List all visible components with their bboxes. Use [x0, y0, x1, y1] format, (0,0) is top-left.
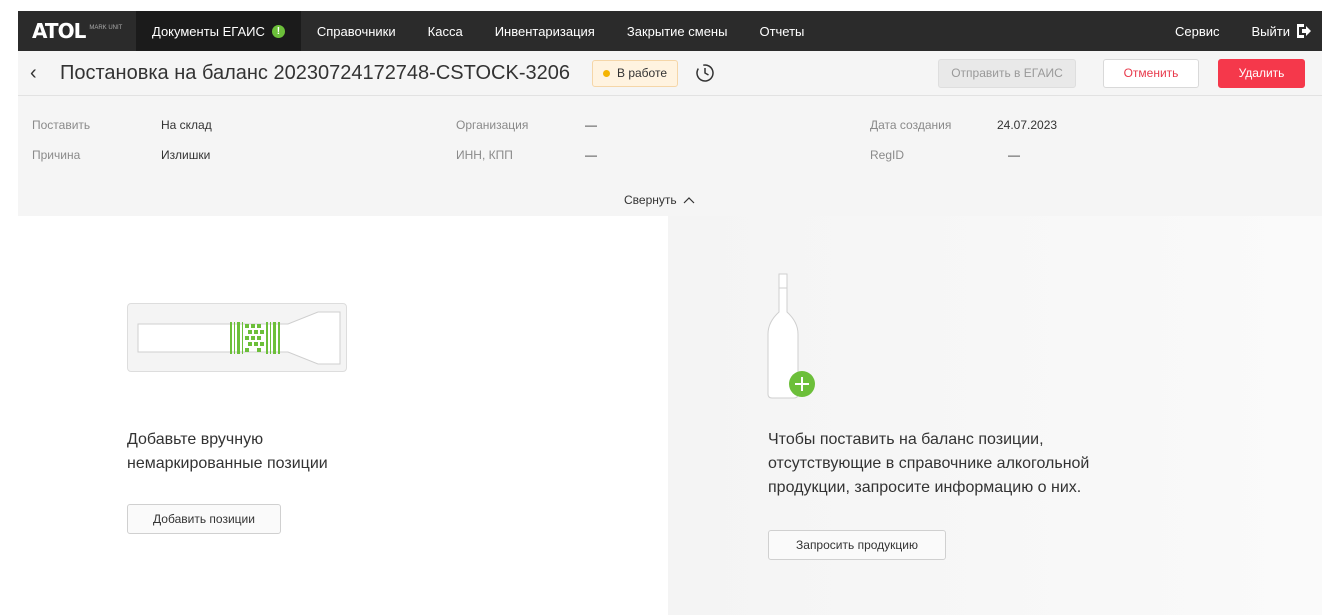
inn-kpp-label: ИНН, КПП: [456, 148, 513, 162]
nav-item-label: Отчеты: [759, 23, 805, 39]
collapse-button[interactable]: Свернуть: [624, 193, 695, 207]
atol-logo[interactable]: ATOL MARK UNIT: [18, 11, 136, 51]
logo-text: ATOL: [32, 19, 86, 43]
logo-subtext: MARK UNIT: [89, 24, 123, 31]
history-icon[interactable]: [695, 63, 715, 83]
nav-item-label: Документы ЕГАИС: [152, 23, 265, 39]
page-title: Постановка на баланс 20230724172748-CSTO…: [60, 61, 570, 84]
nav-item-label: Справочники: [316, 23, 396, 39]
logout-icon: [1297, 24, 1311, 38]
add-manually-text: Добавьте вручную немаркированные позиции: [127, 428, 328, 476]
reason-label: Причина: [32, 148, 81, 162]
created-date-value: 24.07.2023: [997, 118, 1058, 132]
logout-label: Выйти: [1251, 23, 1291, 39]
request-info-line-1: Чтобы поставить на баланс позиции,: [768, 431, 1044, 448]
add-manually-line-2: немаркированные позиции: [127, 455, 328, 472]
app-frame: ATOL MARK UNIT Документы ЕГАИС ! Справоч…: [0, 0, 1322, 615]
document-header: ‹ Постановка на баланс 20230724172748-CS…: [18, 51, 1322, 96]
nav-item-shift-close[interactable]: Закрытие смены: [611, 11, 744, 51]
nav-item-reports[interactable]: Отчеты: [743, 11, 820, 51]
add-positions-button[interactable]: Добавить позиции: [127, 504, 281, 534]
barcode-scanner-illustration: [127, 303, 347, 372]
send-to-egais-button[interactable]: Отправить в ЕГАИС: [938, 58, 1076, 88]
bottle-barcode-icon: [137, 311, 341, 365]
nav-item-egais-documents[interactable]: Документы ЕГАИС !: [136, 11, 301, 51]
nav-item-label: Инвентаризация: [494, 23, 595, 39]
nav-item-service[interactable]: Сервис: [1159, 11, 1236, 51]
add-manually-line-1: Добавьте вручную: [127, 431, 264, 448]
put-label: Поставить: [32, 118, 91, 132]
nav-item-label: Сервис: [1174, 23, 1220, 39]
delete-button[interactable]: Удалить: [1218, 58, 1305, 88]
organization-label: Организация: [456, 118, 529, 132]
alert-badge-icon: !: [271, 24, 285, 38]
request-info-text: Чтобы поставить на баланс позиции, отсут…: [768, 428, 1188, 500]
request-products-button[interactable]: Запросить продукцию: [768, 530, 946, 560]
put-value: На склад: [161, 118, 212, 132]
regid-label: RegID: [870, 148, 905, 162]
status-badge: В работе: [591, 59, 678, 87]
nav-item-cash[interactable]: Касса: [412, 11, 479, 51]
reason-value: Излишки: [161, 148, 211, 162]
logout-button[interactable]: Выйти: [1236, 11, 1322, 51]
cancel-button[interactable]: Отменить: [1103, 58, 1199, 88]
regid-value: —: [1008, 148, 1020, 162]
status-dot-icon: [602, 69, 610, 77]
top-navbar: ATOL MARK UNIT Документы ЕГАИС ! Справоч…: [18, 11, 1322, 51]
request-info-line-3: продукции, запросите информацию о них.: [768, 479, 1082, 496]
inn-kpp-value: —: [585, 148, 597, 162]
back-arrow-icon[interactable]: ‹: [30, 62, 50, 85]
nav-item-label: Закрытие смены: [626, 23, 728, 39]
organization-value: —: [585, 118, 597, 132]
created-date-label: Дата создания: [870, 118, 952, 132]
nav-item-label: Касса: [427, 23, 463, 39]
chevron-up-icon: [683, 197, 695, 204]
bottle-add-icon: [767, 273, 815, 399]
collapse-label: Свернуть: [624, 193, 677, 207]
nav-item-directories[interactable]: Справочники: [301, 11, 412, 51]
status-label: В работе: [616, 66, 667, 80]
document-info-panel: Поставить На склад Причина Излишки Орган…: [18, 96, 1322, 216]
nav-item-inventory[interactable]: Инвентаризация: [479, 11, 611, 51]
request-info-line-2: отсутствующие в справочнике алкогольной: [768, 455, 1090, 472]
